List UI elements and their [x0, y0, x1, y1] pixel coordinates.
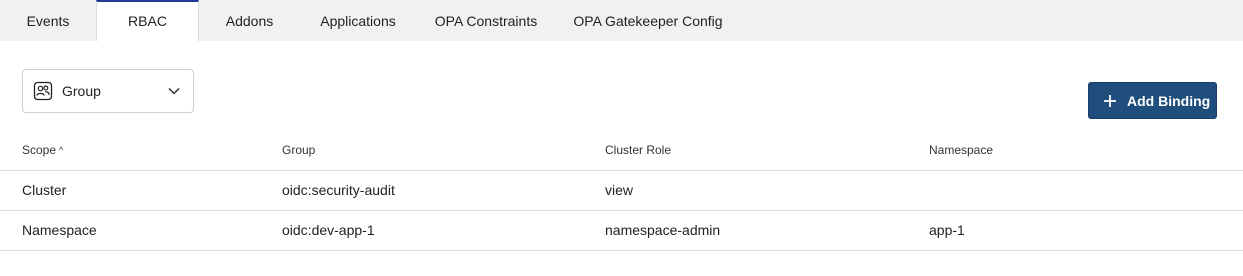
table-header-row: Scope ^ Group Cluster Role Namespace [0, 130, 1243, 171]
tab-label: Applications [320, 12, 396, 29]
column-header-scope[interactable]: Scope ^ [0, 130, 282, 171]
cell-group: oidc:dev-app-1 [282, 210, 605, 251]
column-header-label: Scope [22, 142, 57, 157]
column-header-cluster-role: Cluster Role [605, 130, 929, 171]
cell-cluster-role: namespace-admin [605, 210, 929, 251]
add-binding-button[interactable]: Add Binding [1088, 82, 1217, 119]
tab-label: OPA Gatekeeper Config [573, 12, 723, 29]
add-binding-label: Add Binding [1127, 92, 1211, 109]
binding-type-select[interactable]: Group [22, 69, 194, 113]
tab-label: Events [26, 12, 70, 29]
table-row: Namespace oidc:dev-app-1 namespace-admin… [0, 210, 1243, 251]
column-header-group: Group [282, 130, 605, 171]
cell-cluster-role: view [605, 170, 929, 211]
tab-label: RBAC [128, 12, 167, 29]
cell-namespace: app-1 [929, 210, 1243, 251]
cell-scope: Namespace [0, 210, 282, 251]
tab-addons[interactable]: Addons [199, 0, 300, 41]
column-header-namespace: Namespace [929, 130, 1243, 171]
tab-bar: Events RBAC Addons Applications OPA Cons… [0, 0, 1243, 41]
tab-applications[interactable]: Applications [300, 0, 416, 41]
rbac-bindings-table: Scope ^ Group Cluster Role Namespace Clus… [0, 130, 1243, 251]
tab-label: OPA Constraints [434, 12, 538, 29]
cell-namespace [929, 170, 1243, 211]
cell-scope: Cluster [0, 170, 282, 211]
cell-group: oidc:security-audit [282, 170, 605, 211]
sort-ascending-icon: ^ [59, 144, 64, 155]
tab-rbac[interactable]: RBAC [96, 0, 199, 41]
plus-icon [1103, 94, 1117, 108]
tab-opa-constraints[interactable]: OPA Constraints [416, 0, 556, 41]
tab-label: Addons [225, 12, 274, 29]
group-icon [33, 81, 53, 101]
tab-events[interactable]: Events [0, 0, 96, 41]
table-row: Cluster oidc:security-audit view [0, 170, 1243, 211]
binding-type-value: Group [62, 83, 101, 99]
chevron-down-icon [167, 84, 181, 98]
tab-opa-gatekeeper-config[interactable]: OPA Gatekeeper Config [556, 0, 740, 41]
